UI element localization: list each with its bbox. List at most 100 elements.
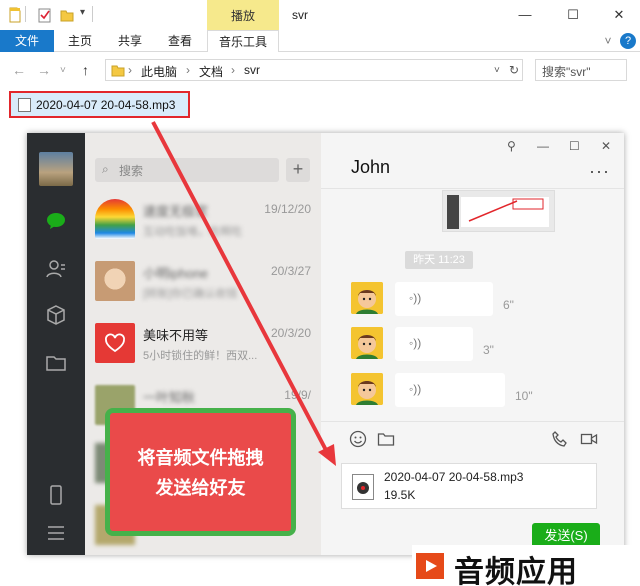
chat-icon[interactable] bbox=[44, 209, 68, 233]
avatar bbox=[351, 327, 383, 359]
minimize-button[interactable]: — bbox=[510, 4, 540, 26]
tab-view[interactable]: 查看 bbox=[160, 30, 200, 52]
chat-avatar bbox=[95, 199, 135, 239]
voice-message[interactable]: ◦)) 10" bbox=[351, 373, 601, 409]
voice-bubble[interactable]: ◦)) bbox=[395, 282, 493, 316]
ribbon-collapse-icon[interactable]: ˅ bbox=[600, 30, 616, 52]
voice-wave-icon: ◦)) bbox=[409, 336, 422, 350]
close-button[interactable]: ✕ bbox=[604, 4, 634, 26]
chat-avatar bbox=[95, 323, 135, 363]
video-call-icon[interactable] bbox=[580, 430, 598, 448]
help-icon[interactable]: ? bbox=[620, 33, 636, 49]
chat-avatar bbox=[95, 261, 135, 301]
chat-name: 速度无极家 bbox=[143, 204, 209, 219]
explorer-titlebar: ▾ 播放 svr — ☐ ✕ bbox=[0, 0, 640, 30]
instruction-line-1: 将音频文件拖拽 bbox=[137, 448, 264, 468]
maximize-button[interactable]: ☐ bbox=[569, 139, 580, 153]
tab-music-tools[interactable]: 音乐工具 bbox=[207, 30, 279, 52]
new-file-icon[interactable] bbox=[8, 7, 22, 23]
voice-bubble[interactable]: ◦)) bbox=[395, 373, 505, 407]
watermark-text: 音频应用 bbox=[454, 556, 578, 586]
tab-share[interactable]: 共享 bbox=[110, 30, 150, 52]
back-arrow-icon[interactable]: ← bbox=[12, 62, 26, 78]
qa-divider bbox=[92, 6, 93, 22]
attachment-name: 2020-04-07 20-04-58.mp3 bbox=[384, 470, 524, 484]
wechat-search-input[interactable]: 搜索 bbox=[95, 158, 279, 182]
input-toolbar bbox=[321, 421, 624, 455]
emoji-icon[interactable] bbox=[349, 430, 367, 448]
voice-wave-icon: ◦)) bbox=[409, 382, 422, 396]
maximize-button[interactable]: ☐ bbox=[558, 4, 588, 26]
chat-preview: 互动吃饭咯，吃啊吃 bbox=[143, 226, 242, 238]
chat-preview: 5小时锁住的鲜！西双... bbox=[143, 350, 258, 362]
watermark: 音频应用 bbox=[412, 545, 640, 586]
chat-name: 一叶知秋 bbox=[143, 390, 196, 405]
folder-icon[interactable] bbox=[44, 351, 68, 375]
folder-icon bbox=[111, 65, 125, 77]
chat-time: 19/12/20 bbox=[264, 202, 311, 216]
audio-file-icon bbox=[18, 98, 31, 112]
address-bar[interactable]: › 此电脑 › 文档 › svr ˅ ↻ bbox=[105, 59, 523, 81]
voice-call-icon[interactable] bbox=[551, 430, 569, 448]
file-name: 2020-04-07 20-04-58.mp3 bbox=[36, 98, 176, 112]
add-chat-button[interactable]: + bbox=[286, 158, 310, 182]
pin-icon[interactable]: ⚲ bbox=[507, 139, 516, 153]
contact-name: John bbox=[351, 157, 391, 177]
chat-time: 20/3/20 bbox=[270, 326, 311, 340]
qa-divider bbox=[25, 6, 26, 22]
mp3-file-item[interactable]: 2020-04-07 20-04-58.mp3 bbox=[9, 91, 190, 118]
voice-duration: 3" bbox=[483, 343, 494, 357]
chat-name: 小明iphone bbox=[143, 266, 209, 281]
chat-item[interactable]: 小明iphone 20/3/27 [转账]你已确认收钱 bbox=[85, 250, 321, 312]
chat-header: ⚲ — ☐ ✕ John ··· bbox=[321, 133, 624, 189]
timestamp-divider: 昨天 11:23 bbox=[405, 251, 473, 269]
search-icon: ⌕ bbox=[102, 162, 109, 176]
refresh-icon[interactable]: ↻ bbox=[509, 63, 519, 77]
instruction-callout: 将音频文件拖拽 发送给好友 bbox=[105, 408, 296, 536]
screenshot-root: ▾ 播放 svr — ☐ ✕ 文件 主页 共享 查看 音乐工具 ˅ ? ← → … bbox=[0, 0, 640, 586]
phone-device-icon[interactable] bbox=[44, 483, 68, 507]
search-box[interactable]: 搜索"svr" bbox=[535, 59, 627, 81]
close-button[interactable]: ✕ bbox=[601, 139, 611, 153]
address-row: ← → ˅ ↑ › 此电脑 › 文档 › svr ˅ ↻ 搜索"svr" bbox=[0, 57, 640, 85]
new-folder-icon[interactable] bbox=[60, 7, 74, 23]
chat-item[interactable]: 速度无极家 19/12/20 互动吃饭咯，吃啊吃 bbox=[85, 188, 321, 250]
contacts-icon[interactable] bbox=[44, 257, 68, 281]
chat-panel: ⚲ — ☐ ✕ John ··· 昨天 11:23 ◦)) 6" ◦)) 3" … bbox=[321, 133, 624, 555]
avatar bbox=[351, 373, 383, 405]
ribbon-tabs: 文件 主页 共享 查看 音乐工具 ˅ ? bbox=[0, 30, 640, 52]
context-tab-play[interactable]: 播放 bbox=[207, 0, 279, 30]
cube-icon[interactable] bbox=[44, 303, 68, 327]
tab-file[interactable]: 文件 bbox=[0, 30, 54, 52]
menu-icon[interactable] bbox=[44, 521, 68, 545]
recent-locations-icon[interactable]: ˅ bbox=[60, 65, 66, 76]
attachment-card[interactable]: 2020-04-07 20-04-58.mp3 19.5K bbox=[341, 463, 597, 509]
chat-preview: [转账]你已确认收钱 bbox=[143, 288, 238, 300]
minimize-button[interactable]: — bbox=[537, 139, 549, 153]
breadcrumb-documents[interactable]: 文档 bbox=[199, 63, 223, 80]
voice-bubble[interactable]: ◦)) bbox=[395, 327, 473, 361]
voice-duration: 10" bbox=[515, 389, 533, 403]
attachment-size: 19.5K bbox=[384, 488, 416, 502]
tab-home[interactable]: 主页 bbox=[60, 30, 100, 52]
breadcrumb-this-pc[interactable]: 此电脑 bbox=[141, 63, 177, 80]
voice-duration: 6" bbox=[503, 298, 514, 312]
file-folder-icon[interactable] bbox=[377, 430, 395, 448]
up-arrow-icon[interactable]: ↑ bbox=[82, 62, 89, 78]
chat-name: 美味不用等 bbox=[143, 328, 209, 343]
wechat-sidebar bbox=[27, 133, 85, 555]
chat-item[interactable]: 美味不用等 20/3/20 5小时锁住的鲜！西双... bbox=[85, 312, 321, 374]
image-message[interactable] bbox=[442, 190, 555, 232]
more-icon[interactable]: ··· bbox=[589, 161, 610, 182]
forward-arrow-icon[interactable]: → bbox=[37, 62, 51, 78]
address-dropdown-icon[interactable]: ˅ bbox=[494, 65, 500, 76]
avatar[interactable] bbox=[39, 152, 73, 186]
instruction-line-2: 发送给好友 bbox=[155, 478, 246, 498]
voice-wave-icon: ◦)) bbox=[409, 291, 422, 305]
voice-message[interactable]: ◦)) 3" bbox=[351, 327, 601, 363]
breadcrumb-svr[interactable]: svr bbox=[244, 63, 260, 77]
voice-message[interactable]: ◦)) 6" bbox=[351, 282, 601, 318]
qa-customize-icon[interactable]: ▾ bbox=[80, 7, 85, 18]
properties-icon[interactable] bbox=[38, 7, 52, 23]
play-icon bbox=[416, 553, 444, 579]
